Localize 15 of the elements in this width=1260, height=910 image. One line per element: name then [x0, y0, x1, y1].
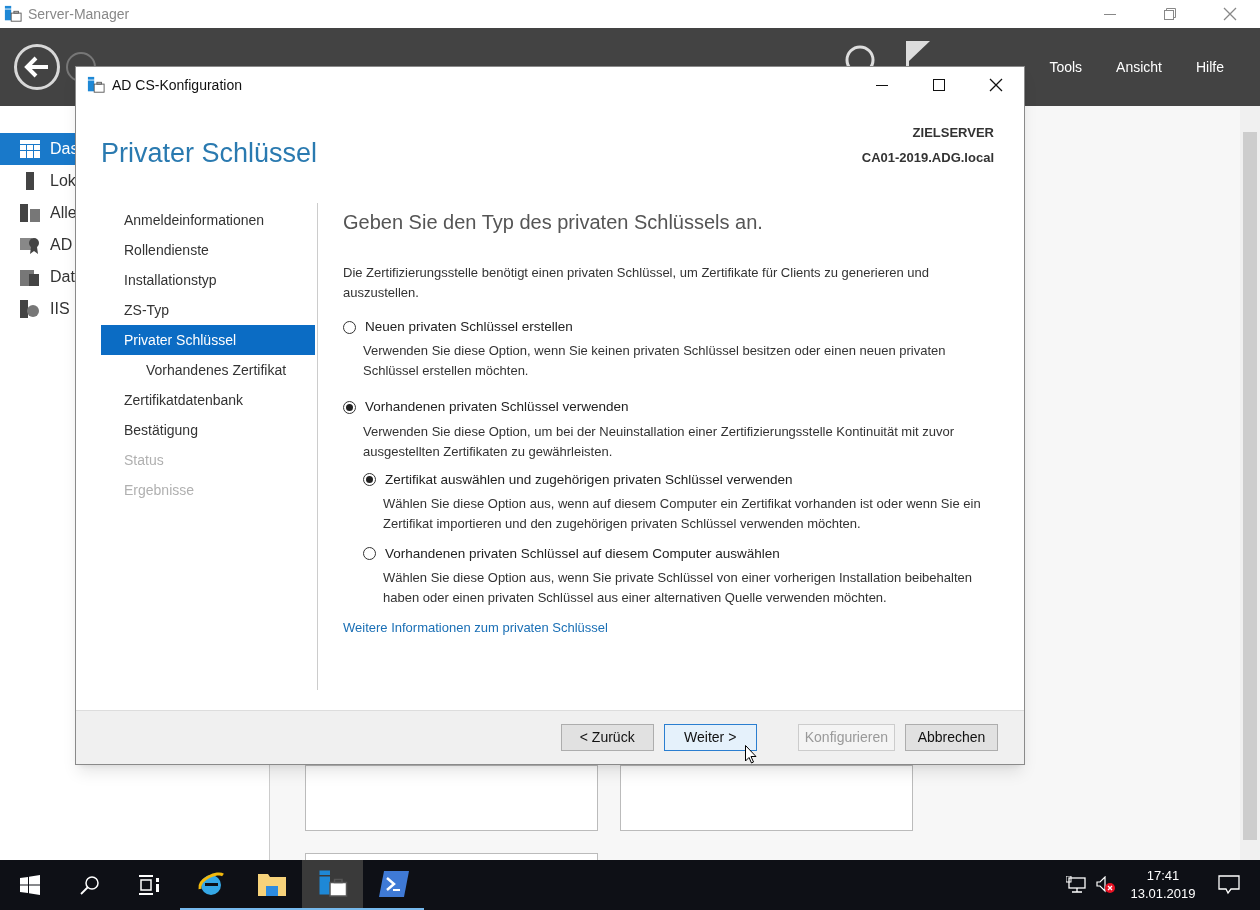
option-description: Verwenden Sie diese Option, wenn Sie keinen privaten Schlüssel besitzen oder einen neuen privaten Schlüssel erstellen möchten. — [362, 342, 947, 381]
intro-text: Die Zertifizierungsstelle benötigt einen privaten Schlüssel, um Zertifikate für Clients zu generieren und auszustellen. — [343, 264, 930, 302]
section-title: Geben Sie den Typ des privaten Schlüssels an. — [343, 210, 764, 235]
option-description: Wählen Sie diese Option aus, wenn Sie private Schlüssel von einer vorherigen Installation beibehalten haben oder einen privaten Schlüssel aus einer alternativen Quelle verwenden möchten. — [382, 569, 973, 607]
option-label: Neuen privaten Schlüssel erstellen — [365, 318, 573, 336]
option-description: Wählen Sie diese Option aus, wenn auf diesem Computer ein Zertifikat vorhanden ist oder wenn Sie ein Zertifikat importieren und den zugehörigen privaten Schlüssel verwenden möchten. — [382, 494, 982, 533]
option-description: Verwenden Sie diese Option, um bei der Neuinstallation einer Zertifizierungsstelle Kontinuität mit zuvor ausgestellten Zertifikaten zu gewährleisten. — [362, 422, 956, 461]
option-label: Vorhandenen privaten Schlüssel auf diesem Computer auswählen — [385, 544, 780, 563]
page-heading: Privater Schlüssel — [101, 137, 318, 170]
option-label: Vorhandenen privaten Schlüssel verwenden — [365, 398, 629, 417]
option-label: Zertifikat auswählen und zugehörigen privaten Schlüssel verwenden — [385, 470, 793, 489]
target-server-label: ZIELSERVER — [912, 124, 994, 142]
dialog-title: AD CS-Konfiguration — [112, 75, 242, 95]
target-server-name: CA01-2019.ADG.local — [861, 148, 994, 167]
window-title: Server-Manager — [28, 4, 130, 24]
